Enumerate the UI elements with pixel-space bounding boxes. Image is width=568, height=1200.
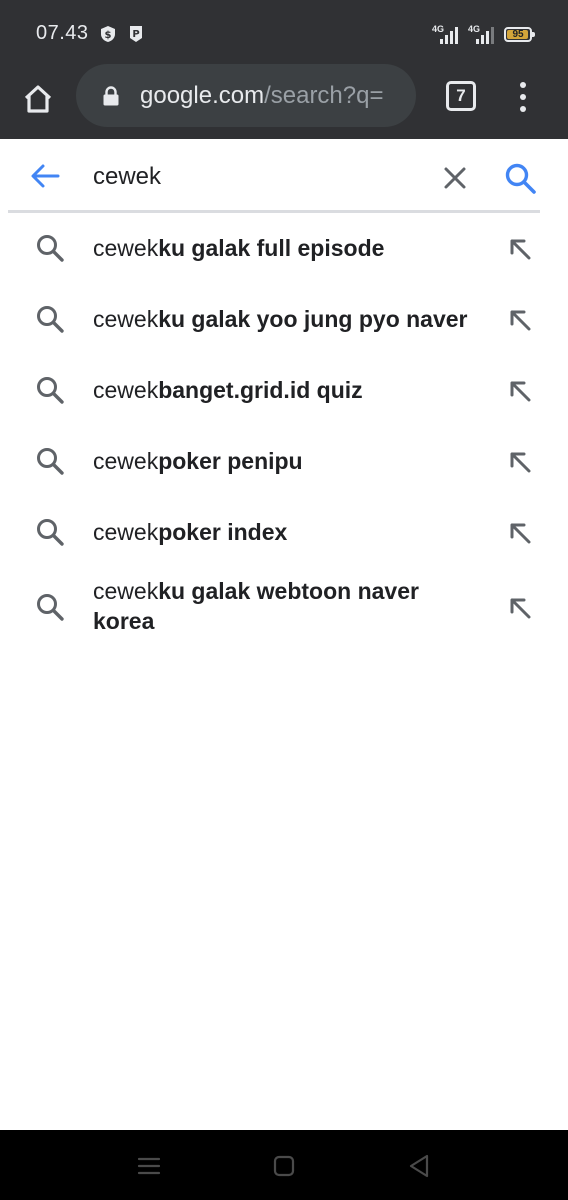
suggestion-prefix: cewek <box>93 448 159 474</box>
suggestion-item[interactable]: cewekpoker index <box>0 497 568 568</box>
search-icon <box>37 306 64 333</box>
lock-icon <box>103 85 119 105</box>
back-arrow-icon[interactable] <box>28 159 62 193</box>
search-icon <box>37 235 64 262</box>
suggestion-text: cewekku galak full episode <box>93 233 485 263</box>
url-path: /search?q= <box>264 81 384 109</box>
shield-dollar-icon: $ <box>101 26 115 42</box>
signal-4g-icon: 4G <box>432 24 458 44</box>
battery-icon: 95 <box>504 26 535 42</box>
suggestion-completion: banget.grid.id quiz <box>158 377 363 403</box>
suggestion-prefix: cewek <box>93 235 159 261</box>
dot-icon <box>520 94 526 100</box>
status-indicators: 4G 4G 95 <box>432 24 535 44</box>
suggestion-prefix: cewek <box>93 578 159 604</box>
overflow-menu-button[interactable] <box>508 80 538 114</box>
system-nav-bar <box>0 1130 568 1200</box>
suggestion-prefix: cewek <box>93 519 159 545</box>
search-input[interactable] <box>93 157 423 197</box>
fill-query-arrow-icon[interactable] <box>505 376 535 406</box>
suggestion-completion: poker penipu <box>158 448 303 474</box>
fill-query-arrow-icon[interactable] <box>505 305 535 335</box>
suggestion-completion: ku galak yoo jung pyo naver <box>158 306 468 332</box>
tab-switcher-button[interactable]: 7 <box>446 81 476 111</box>
browser-toolbar: google.com/search?q= 7 <box>0 64 568 139</box>
fill-query-arrow-icon[interactable] <box>505 518 535 548</box>
tab-count: 7 <box>456 86 466 105</box>
suggestion-prefix: cewek <box>93 377 159 403</box>
p-badge-icon: P <box>130 26 142 42</box>
suggestion-text: cewekpoker penipu <box>93 446 485 476</box>
home-nav-icon[interactable] <box>270 1152 298 1180</box>
recent-apps-icon[interactable] <box>135 1152 163 1180</box>
search-row <box>0 139 568 211</box>
suggestion-text: cewekku galak yoo jung pyo naver <box>93 304 485 334</box>
search-icon <box>37 594 64 621</box>
suggestion-text: cewekku galak webtoon naver korea <box>93 576 485 636</box>
status-time: 07.43 <box>36 22 89 44</box>
battery-level: 95 <box>512 28 524 40</box>
suggestion-text: cewekpoker index <box>93 517 485 547</box>
url-text: google.com/search?q= <box>140 82 384 110</box>
search-icon <box>37 448 64 475</box>
back-nav-icon[interactable] <box>405 1152 433 1180</box>
svg-text:$: $ <box>105 30 112 41</box>
suggestion-prefix: cewek <box>93 306 159 332</box>
suggestion-item[interactable]: cewekbanget.grid.id quiz <box>0 355 568 426</box>
url-domain: google.com <box>140 81 265 109</box>
dot-icon <box>520 106 526 112</box>
suggestion-item[interactable]: cewekku galak webtoon naver korea <box>0 568 568 658</box>
fill-query-arrow-icon[interactable] <box>505 234 535 264</box>
suggestion-text: cewekbanget.grid.id quiz <box>93 375 485 405</box>
fill-query-arrow-icon[interactable] <box>505 593 535 623</box>
suggestion-completion: ku galak full episode <box>158 235 385 261</box>
clear-icon[interactable] <box>440 163 470 193</box>
search-icon <box>37 519 64 546</box>
suggestion-completion: poker index <box>158 519 288 545</box>
signal-4g-icon-2: 4G <box>468 24 494 44</box>
search-icon <box>37 377 64 404</box>
suggestion-item[interactable]: cewekku galak yoo jung pyo naver <box>0 284 568 355</box>
url-bar[interactable]: google.com/search?q= <box>76 64 416 127</box>
suggestion-item[interactable]: cewekku galak full episode <box>0 213 568 284</box>
fill-query-arrow-icon[interactable] <box>505 447 535 477</box>
home-icon <box>24 85 52 113</box>
home-button[interactable] <box>18 79 58 119</box>
search-icon[interactable] <box>503 161 537 195</box>
svg-text:P: P <box>132 29 139 40</box>
dot-icon <box>520 82 526 88</box>
suggestion-list: cewekku galak full episode cewekku galak… <box>0 213 568 658</box>
status-bar: 07.43 $ P 4G 4G 95 <box>0 0 568 64</box>
suggestion-item[interactable]: cewekpoker penipu <box>0 426 568 497</box>
